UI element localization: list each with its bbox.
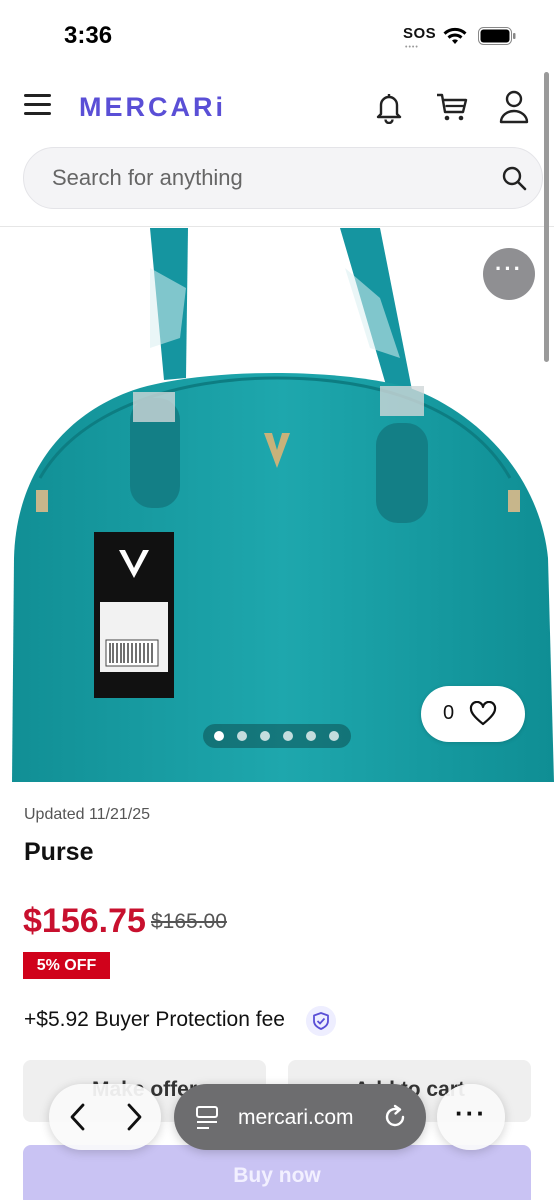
original-price: $165.00 — [151, 910, 227, 933]
status-time: 3:36 — [64, 22, 113, 49]
wifi-icon — [443, 27, 467, 44]
carousel-dot[interactable] — [283, 731, 293, 741]
browser-more-dots: ··· — [455, 1098, 487, 1128]
header-divider — [0, 226, 554, 227]
product-price: $156.75 — [23, 902, 146, 940]
url-text: mercari.com — [238, 1106, 354, 1129]
browser-nav-controls — [49, 1084, 161, 1150]
cart-icon[interactable] — [434, 90, 470, 124]
mercari-logo[interactable]: MERCARi — [79, 92, 226, 123]
like-count: 0 — [443, 702, 455, 724]
image-carousel-dots[interactable] — [203, 724, 351, 748]
carrier-label: SOS — [403, 25, 437, 42]
carousel-dot[interactable] — [237, 731, 247, 741]
page-menu-icon[interactable] — [195, 1105, 219, 1131]
search-bar[interactable] — [23, 147, 543, 209]
carousel-dot[interactable] — [306, 731, 316, 741]
image-more-options-button[interactable]: ··· — [483, 248, 535, 300]
product-title: Purse — [24, 838, 94, 866]
search-icon[interactable] — [501, 165, 527, 191]
like-button[interactable]: 0 — [421, 686, 525, 742]
forward-arrow-icon[interactable] — [119, 1101, 149, 1133]
carousel-dot[interactable] — [260, 731, 270, 741]
carousel-dot[interactable] — [214, 731, 224, 741]
heart-icon — [469, 701, 497, 726]
updated-date: Updated 11/21/25 — [24, 806, 151, 823]
browser-address-bar[interactable]: mercari.com — [174, 1084, 426, 1150]
reload-icon[interactable] — [382, 1104, 408, 1130]
browser-more-button[interactable]: ··· — [437, 1084, 505, 1150]
page-scrollbar[interactable] — [544, 72, 549, 362]
back-arrow-icon[interactable] — [63, 1101, 93, 1133]
buy-now-label: Buy now — [233, 1164, 321, 1187]
buy-now-button[interactable]: Buy now — [23, 1145, 531, 1200]
battery-icon — [478, 27, 516, 45]
status-bar: 3:36 SOS •••• — [0, 0, 554, 72]
buyer-protection-fee: +$5.92 Buyer Protection fee — [24, 1008, 285, 1031]
discount-badge: 5% OFF — [23, 952, 110, 979]
site-header: MERCARi — [0, 72, 554, 142]
signal-dots: •••• — [405, 44, 419, 51]
notifications-bell-icon[interactable] — [372, 90, 406, 124]
shield-check-icon[interactable] — [306, 1006, 336, 1036]
search-input[interactable] — [52, 148, 452, 208]
account-icon[interactable] — [497, 89, 531, 125]
hamburger-menu-icon[interactable] — [24, 94, 54, 120]
carousel-dot[interactable] — [329, 731, 339, 741]
